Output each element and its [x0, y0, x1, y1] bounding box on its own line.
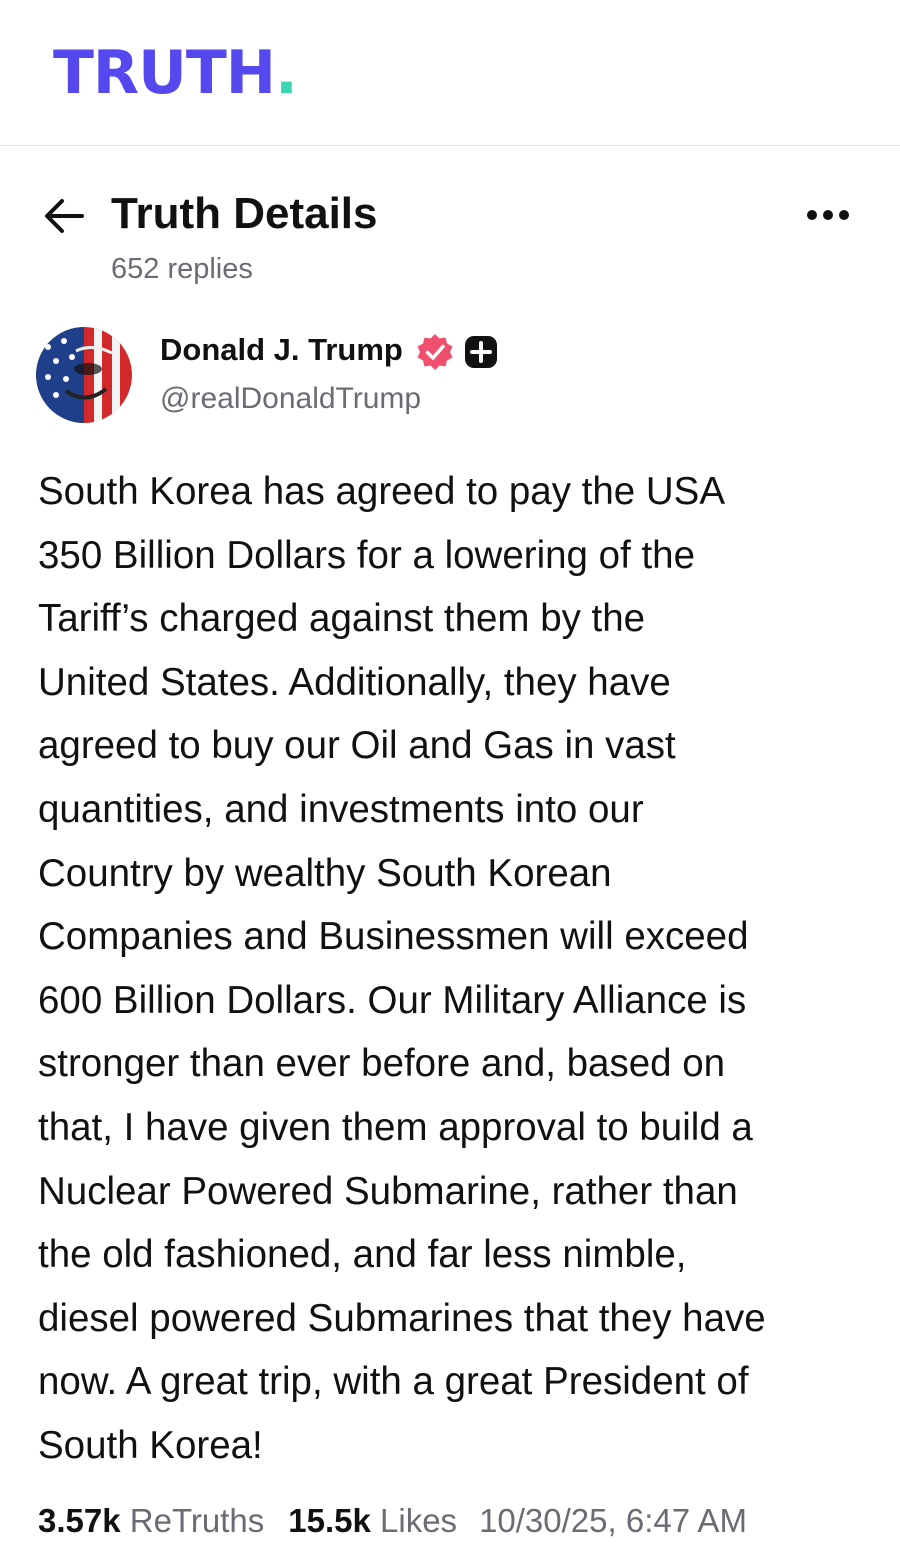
- verified-badge-icon: [417, 334, 453, 370]
- post-line: 600 Billion Dollars. Our Military Allian…: [38, 978, 747, 1022]
- author-handle[interactable]: @realDonaldTrump: [160, 380, 421, 418]
- post-line: the old fashioned, and far less nimble,: [38, 1233, 687, 1277]
- plus-badge-icon: [465, 336, 497, 368]
- top-bar: TRUTH.: [0, 0, 900, 146]
- avatar-image: [36, 327, 132, 423]
- replies-count: 652 replies: [111, 253, 253, 285]
- post-line: that, I have given them approval to buil…: [38, 1105, 753, 1149]
- details-header: Truth Details: [0, 180, 900, 250]
- post-line: South Korea has agreed to pay the USA: [38, 470, 726, 513]
- post-line: Tariff’s charged against them by the: [38, 597, 646, 641]
- back-button[interactable]: [42, 196, 86, 236]
- likes-stat[interactable]: 15.5k Likes: [288, 1502, 457, 1539]
- post-line: Nuclear Powered Submarine, rather than: [38, 1169, 738, 1213]
- truth-logo[interactable]: TRUTH.: [53, 38, 298, 108]
- post-line: South Korea!: [38, 1423, 263, 1467]
- post-line: quantities, and investments into our: [38, 787, 644, 831]
- likes-label: Likes: [380, 1502, 458, 1539]
- post-line: agreed to buy our Oil and Gas in vast: [38, 724, 676, 768]
- retruths-label: ReTruths: [129, 1502, 265, 1539]
- post-body: South Korea has agreed to pay the USA 350…: [38, 460, 888, 1478]
- post-line: Companies and Businessmen will exceed: [38, 915, 749, 959]
- post-line: stronger than ever before and, based on: [38, 1042, 726, 1086]
- post-line: United States. Additionally, they have: [38, 660, 671, 704]
- more-options-button[interactable]: [800, 200, 856, 230]
- arrow-left-icon: [45, 199, 84, 233]
- author-row: Donald J. Trump @realDonaldTrump: [0, 320, 900, 430]
- retruths-stat[interactable]: 3.57k ReTruths: [38, 1502, 264, 1539]
- likes-count: 15.5k: [288, 1502, 371, 1539]
- logo-dot: .: [275, 38, 298, 108]
- author-name[interactable]: Donald J. Trump: [160, 330, 403, 370]
- post-line: now. A great trip, with a great Presiden…: [38, 1360, 749, 1404]
- retruths-count: 3.57k: [38, 1502, 121, 1539]
- logo-text: TRUTH: [53, 38, 276, 108]
- more-horizontal-icon: [807, 210, 849, 220]
- post-line: Country by wealthy South Korean: [38, 851, 612, 895]
- post-line: 350 Billion Dollars for a lowering of th…: [38, 533, 695, 577]
- post-line: diesel powered Submarines that they have: [38, 1296, 766, 1340]
- post-timestamp: 10/30/25, 6:47 AM: [479, 1502, 747, 1539]
- avatar[interactable]: [36, 327, 132, 423]
- post-stats: 3.57k ReTruths 15.5k Likes 10/30/25, 6:47 …: [38, 1500, 878, 1544]
- page-title: Truth Details: [111, 189, 378, 238]
